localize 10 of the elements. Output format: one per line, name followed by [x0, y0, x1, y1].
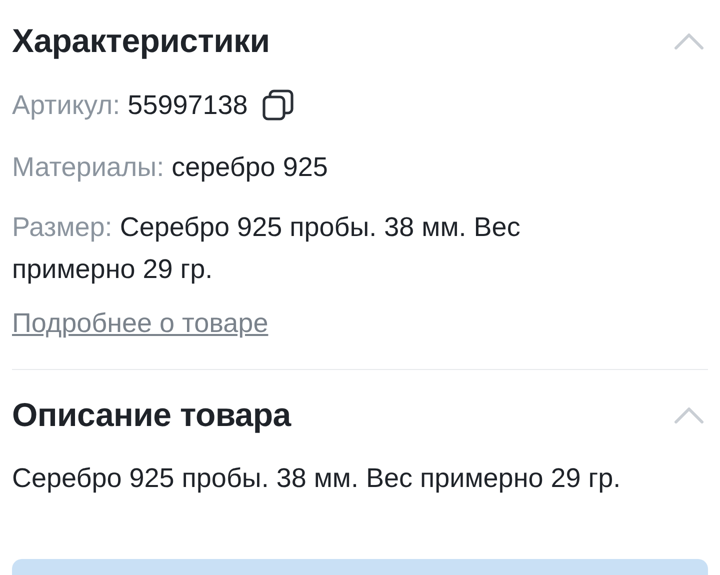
details-link[interactable]: Подробнее о товаре	[12, 308, 268, 339]
property-text: Артикул: 55997138	[12, 89, 248, 122]
chevron-up-icon[interactable]	[674, 406, 704, 424]
section-title: Описание товара	[12, 396, 291, 434]
chevron-up-icon[interactable]	[674, 32, 704, 50]
property-text: Материалы: серебро 925	[12, 151, 329, 184]
property-text: Размер: Серебро 925 пробы. 38 мм. Вес примерно 29 гр.	[12, 211, 522, 286]
description-text: Серебро 925 пробы. 38 мм. Вес примерно 29 гр.	[12, 462, 622, 495]
section-title: Характеристики	[12, 22, 270, 60]
copy-icon[interactable]	[262, 89, 294, 121]
